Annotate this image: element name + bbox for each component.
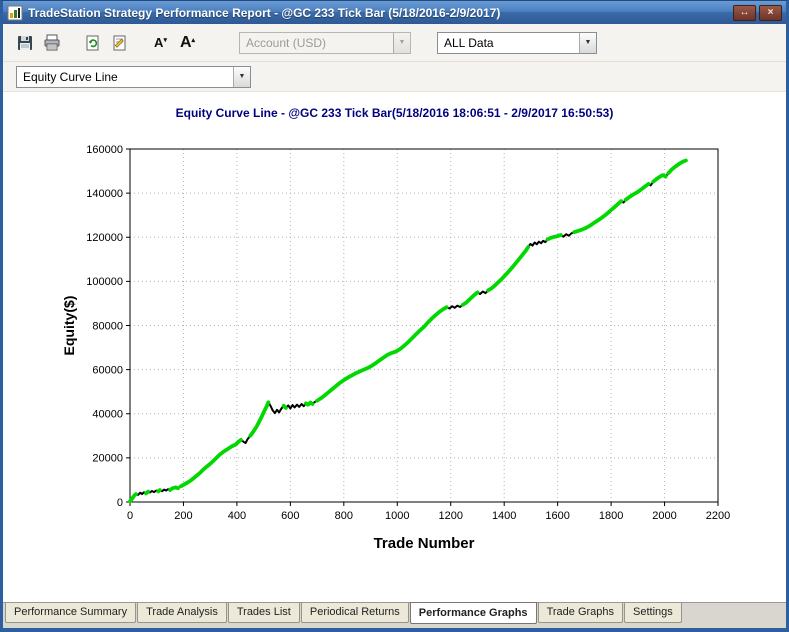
chevron-down-icon: ▼ [579, 32, 596, 53]
app-window: TradeStation Strategy Performance Report… [0, 0, 789, 632]
restore-button[interactable]: ↔ [733, 4, 756, 21]
x-tick-label: 800 [335, 510, 353, 522]
equity-curve-drawdown-segment [559, 231, 576, 238]
app-icon [7, 5, 23, 21]
decrease-font-button[interactable]: A▾ [147, 29, 174, 56]
report-properties-icon [111, 34, 129, 52]
x-axis-title: Trade Number [374, 535, 475, 552]
bottom-tab-strip: Performance Summary Trade Analysis Trade… [3, 602, 786, 628]
y-tick-label: 0 [117, 497, 123, 509]
equity-curve-drawdown-segment [284, 402, 307, 410]
graph-type-combo[interactable]: Equity Curve Line ▼ [16, 65, 251, 88]
y-axis-title: Equity($) [61, 296, 77, 356]
equity-curve-segment [651, 173, 668, 184]
equity-curve-drawdown-segment [527, 238, 549, 248]
equity-curve-segment [623, 182, 651, 202]
equity-curve-segment [486, 245, 531, 293]
equity-curve-drawdown-segment [267, 401, 285, 415]
tab-trades-list[interactable]: Trades List [227, 603, 300, 623]
equity-curve-segment [303, 400, 315, 407]
tab-trade-analysis[interactable]: Trade Analysis [137, 603, 227, 623]
x-tick-label: 2000 [652, 510, 676, 522]
y-tick-label: 100000 [86, 276, 123, 288]
close-button[interactable]: × [759, 4, 782, 21]
tab-settings[interactable]: Settings [624, 603, 682, 623]
y-tick-label: 120000 [86, 232, 123, 244]
equity-curve-segment [460, 290, 480, 307]
equity-curve-segment [144, 489, 151, 496]
increase-font-button[interactable]: A▴ [174, 29, 201, 56]
chevron-down-icon: ▼ [393, 32, 410, 53]
report-properties-button[interactable] [106, 29, 133, 56]
chart-area: Equity Curve Line - @GC 233 Tick Bar(5/1… [3, 92, 786, 602]
tab-performance-graphs[interactable]: Performance Graphs [409, 602, 537, 624]
decrease-font-icon: A▾ [154, 35, 167, 50]
y-tick-label: 80000 [92, 320, 123, 332]
graph-type-combo-value: Equity Curve Line [23, 69, 118, 84]
x-tick-label: 600 [281, 510, 299, 522]
equity-curve-segment [545, 233, 563, 242]
x-tick-label: 0 [127, 510, 133, 522]
y-tick-label: 20000 [92, 453, 123, 465]
y-tick-label: 140000 [86, 188, 123, 200]
tab-periodical-returns[interactable]: Periodical Returns [300, 603, 409, 623]
graph-selector-row: Equity Curve Line ▼ [3, 62, 786, 92]
chart-title: Equity Curve Line - @GC 233 Tick Bar(5/1… [175, 106, 614, 120]
account-combo: Account (USD) ▼ [239, 31, 411, 54]
x-tick-label: 1600 [545, 510, 569, 522]
equity-curve-segment [128, 492, 138, 504]
equity-curve-segment [572, 199, 624, 235]
equity-curve-segment [281, 403, 288, 410]
equity-curve-segment [315, 305, 449, 403]
equity-curve-segment [156, 488, 162, 494]
x-tick-label: 1400 [492, 510, 516, 522]
x-tick-label: 1800 [599, 510, 623, 522]
equity-curve-chart: 0200004000060000800001000001200001400001… [61, 144, 730, 552]
save-button[interactable] [11, 29, 38, 56]
x-tick-label: 1200 [438, 510, 462, 522]
refresh-report-icon [84, 34, 102, 52]
main-toolbar: A▾ A▴ Account (USD) ▼ ALL Data ▼ [3, 24, 786, 62]
data-range-combo-value: ALL Data [444, 35, 494, 50]
x-tick-label: 1000 [385, 510, 409, 522]
equity-curve-segment [168, 485, 181, 493]
tab-performance-summary[interactable]: Performance Summary [5, 603, 137, 623]
equity-curve-segment [666, 158, 688, 176]
print-icon [43, 34, 61, 52]
save-icon [16, 34, 34, 52]
x-tick-label: 200 [174, 510, 192, 522]
chevron-down-icon: ▼ [233, 66, 250, 87]
equity-curve-segment [178, 437, 243, 489]
equity-curve-segment [248, 400, 271, 438]
window-title: TradeStation Strategy Performance Report… [28, 5, 501, 20]
data-range-combo[interactable]: ALL Data ▼ [437, 31, 597, 54]
tab-trade-graphs[interactable]: Trade Graphs [537, 603, 624, 623]
print-button[interactable] [38, 29, 65, 56]
y-tick-label: 160000 [86, 144, 123, 156]
account-combo-value: Account (USD) [246, 35, 327, 50]
equity-curve-drawdown-segment [445, 303, 464, 310]
y-tick-label: 60000 [92, 364, 123, 376]
refresh-report-button[interactable] [79, 29, 106, 56]
x-tick-label: 400 [228, 510, 246, 522]
x-tick-label: 2200 [706, 510, 730, 522]
title-bar: TradeStation Strategy Performance Report… [3, 1, 786, 24]
y-tick-label: 40000 [92, 409, 123, 421]
increase-font-icon: A▴ [179, 33, 196, 51]
